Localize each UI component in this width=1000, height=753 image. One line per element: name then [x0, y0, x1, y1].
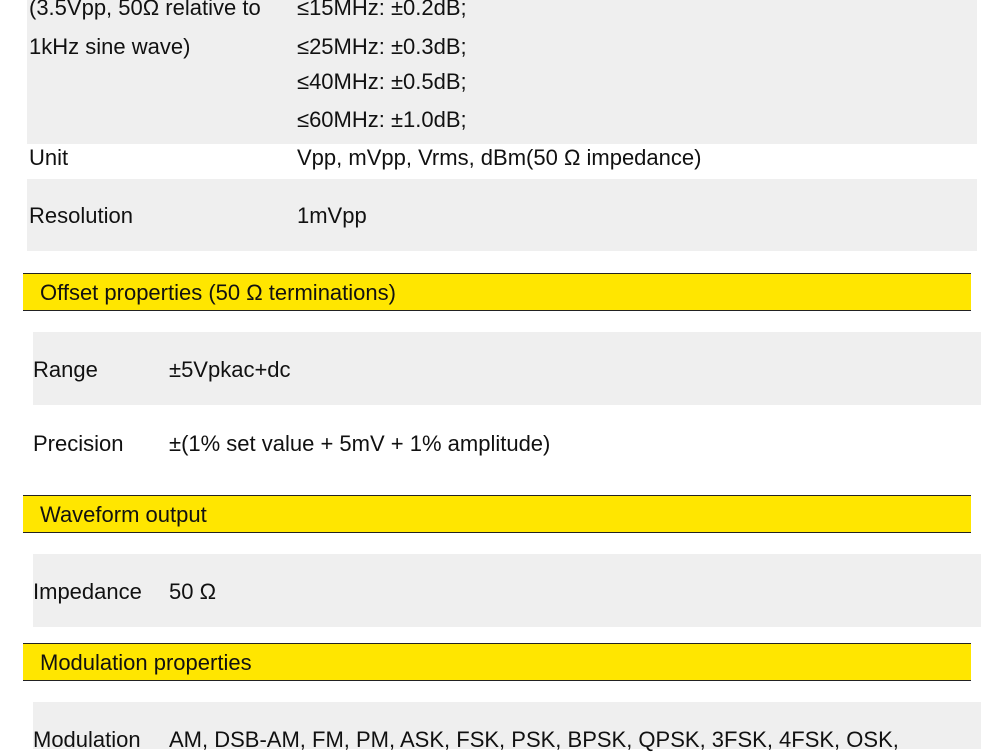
resolution-row-bg: [27, 179, 977, 251]
flatness-label-line2: 1kHz sine wave): [29, 34, 191, 59]
flatness-value-25mhz: ≤25MHz: ±0.3dB;: [297, 34, 467, 59]
unit-label: Unit: [29, 145, 69, 170]
precision-label: Precision: [33, 431, 124, 456]
unit-value: Vpp, mVpp, Vrms, dBm(50 Ω impedance): [297, 145, 702, 170]
range-label: Range: [33, 357, 98, 382]
waveform-section-title: Waveform output: [40, 502, 207, 527]
range-value: ±5Vpkac+dc: [169, 357, 291, 382]
modulation-section-title: Modulation properties: [40, 650, 252, 675]
modulation-value: AM, DSB-AM, FM, PM, ASK, FSK, PSK, BPSK,…: [169, 727, 899, 752]
modulation-label: Modulation: [33, 727, 141, 752]
offset-section-title: Offset properties (50 Ω terminations): [40, 280, 396, 305]
flatness-value-60mhz: ≤60MHz: ±1.0dB;: [297, 107, 467, 132]
resolution-value: 1mVpp: [297, 203, 367, 228]
flatness-value-15mhz: ≤15MHz: ±0.2dB;: [297, 0, 467, 20]
impedance-value: 50 Ω: [169, 579, 217, 604]
modulation-section-header: Modulation properties: [23, 643, 971, 681]
offset-section-header: Offset properties (50 Ω terminations): [23, 273, 971, 311]
flatness-row-bg: [27, 0, 977, 144]
flatness-label-line1: (3.5Vpp, 50Ω relative to: [29, 0, 261, 20]
resolution-label: Resolution: [29, 203, 133, 228]
waveform-section-header: Waveform output: [23, 495, 971, 533]
flatness-value-40mhz: ≤40MHz: ±0.5dB;: [297, 69, 467, 94]
impedance-label: Impedance: [33, 579, 142, 604]
precision-value: ±(1% set value + 5mV + 1% amplitude): [169, 431, 551, 456]
